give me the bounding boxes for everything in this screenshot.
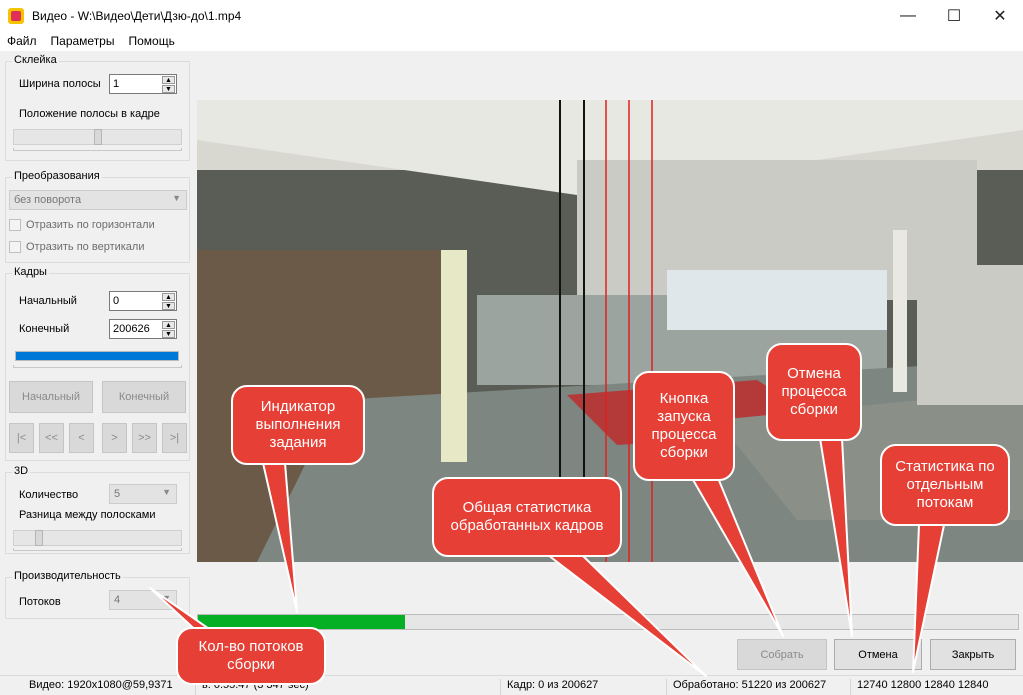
- count-value: 5: [114, 488, 121, 500]
- stripe-diff-slider[interactable]: [13, 530, 182, 546]
- set-end-button[interactable]: Конечный: [102, 381, 186, 413]
- chevron-down-icon: ▼: [162, 487, 171, 497]
- menu-file[interactable]: Файл: [0, 34, 44, 48]
- progress-bar: [197, 614, 1019, 630]
- spin-down-icon[interactable]: ▼: [162, 330, 175, 338]
- spin-up-icon[interactable]: ▲: [162, 293, 175, 301]
- spin-up-icon[interactable]: ▲: [162, 76, 175, 84]
- status-frame: Кадр: 0 из 200627: [500, 679, 598, 695]
- group-frames: Кадры Начальный 0 ▲ ▼ Конечный 200626 ▲ …: [5, 266, 190, 461]
- group-3d: 3D Количество 5 ▼ Разница между полоскам…: [5, 465, 190, 554]
- count-select[interactable]: 5 ▼: [109, 484, 177, 504]
- stripe-width-label: Ширина полосы: [19, 78, 101, 90]
- group-frames-label: Кадры: [12, 266, 49, 278]
- stripe-position-label: Положение полосы в кадре: [19, 108, 160, 120]
- end-frame-value: 200626: [113, 323, 150, 335]
- menu-parameters[interactable]: Параметры: [44, 34, 122, 48]
- group-performance-label: Производительность: [12, 570, 123, 582]
- callout-thread-stats: Статистика по отдельным потокам: [880, 444, 1010, 526]
- slider-thumb[interactable]: [94, 129, 102, 145]
- spin-down-icon[interactable]: ▼: [162, 85, 175, 93]
- slider-ticks: [13, 548, 182, 551]
- stripe-width-value: 1: [113, 78, 120, 90]
- cancel-button[interactable]: Отмена: [834, 639, 922, 670]
- window-title: Видео - W:\Видео\Дети\Дзю-до\1.mp4: [32, 8, 242, 23]
- close-window-button[interactable]: ✕: [977, 0, 1023, 31]
- end-frame-label: Конечный: [19, 323, 70, 335]
- group-skleika: Склейка Ширина полосы 1 ▲ ▼ Положение по…: [5, 54, 190, 161]
- count-label: Количество: [19, 489, 79, 501]
- nav-forward-button[interactable]: >: [102, 423, 127, 453]
- slider-thumb[interactable]: [35, 530, 43, 546]
- title-bar: Видео - W:\Видео\Дети\Дзю-до\1.mp4 — ☐ ✕: [0, 0, 1023, 31]
- spin-up-icon[interactable]: ▲: [162, 321, 175, 329]
- checkbox-box[interactable]: [9, 219, 21, 231]
- start-frame-spinner[interactable]: 0 ▲ ▼: [109, 291, 177, 311]
- status-video: Видео: 1920x1080@59,9371: [29, 679, 173, 691]
- collect-button[interactable]: Собрать: [737, 639, 827, 670]
- start-frame-value: 0: [113, 295, 120, 307]
- nav-back-button[interactable]: <: [69, 423, 94, 453]
- stripe-position-slider[interactable]: [13, 129, 182, 145]
- slider-ticks: [13, 148, 182, 151]
- group-transform: Преобразования без поворота ▼ Отразить п…: [5, 170, 190, 263]
- spin-down-icon[interactable]: ▼: [162, 302, 175, 310]
- checkbox-box[interactable]: [9, 241, 21, 253]
- end-frame-spinner[interactable]: 200626 ▲ ▼: [109, 319, 177, 339]
- status-bar: Видео: 1920x1080@59,9371 ь: 0:55:47 (3 3…: [0, 675, 1023, 695]
- flip-vertical-label: Отразить по вертикали: [26, 241, 145, 253]
- minimize-button[interactable]: —: [885, 0, 931, 31]
- app-icon: [8, 7, 24, 24]
- flip-horizontal-label: Отразить по горизонтали: [26, 219, 155, 231]
- nav-first-button[interactable]: |<: [9, 423, 34, 453]
- callout-progress-indicator: Индикатор выполнения задания: [231, 385, 365, 465]
- flip-vertical-checkbox[interactable]: Отразить по вертикали: [9, 241, 144, 253]
- group-transform-label: Преобразования: [12, 170, 102, 182]
- close-button[interactable]: Закрыть: [930, 639, 1016, 670]
- group-skleika-label: Склейка: [12, 54, 59, 66]
- threads-label: Потоков: [19, 596, 61, 608]
- status-thread-stats: 12740 12800 12840 12840: [850, 679, 989, 695]
- flip-horizontal-checkbox[interactable]: Отразить по горизонтали: [9, 219, 155, 231]
- threads-select[interactable]: 4 ▼: [109, 590, 177, 610]
- chevron-down-icon: ▼: [162, 593, 171, 603]
- group-performance: Производительность Потоков 4 ▼: [5, 570, 190, 619]
- stripe-width-spinner[interactable]: 1 ▲ ▼: [109, 74, 177, 94]
- set-start-button[interactable]: Начальный: [9, 381, 93, 413]
- threads-value: 4: [114, 594, 121, 606]
- menu-bar: Файл Параметры Помощь: [0, 31, 1023, 51]
- stripe-diff-label: Разница между полосками: [19, 509, 156, 521]
- range-ticks: [13, 365, 182, 368]
- callout-start-button: Кнопка запуска процесса сборки: [633, 371, 735, 481]
- start-frame-label: Начальный: [19, 295, 77, 307]
- callout-cancel: Отмена процесса сборки: [766, 343, 862, 441]
- nav-forward-fast-button[interactable]: >>: [132, 423, 157, 453]
- nav-back-fast-button[interactable]: <<: [39, 423, 64, 453]
- frame-range-bar[interactable]: [15, 351, 179, 361]
- callout-general-stats: Общая статистика обработанных кадров: [432, 477, 622, 557]
- callout-threads-count: Кол-во потоков сборки: [176, 627, 326, 685]
- rotation-select[interactable]: без поворота ▼: [9, 190, 187, 210]
- rotation-value: без поворота: [14, 194, 82, 206]
- status-processed: Обработано: 51220 из 200627: [666, 679, 826, 695]
- nav-last-button[interactable]: >|: [162, 423, 187, 453]
- group-3d-label: 3D: [12, 465, 31, 477]
- chevron-down-icon: ▼: [172, 193, 181, 203]
- menu-help[interactable]: Помощь: [121, 34, 181, 48]
- maximize-button[interactable]: ☐: [931, 0, 977, 31]
